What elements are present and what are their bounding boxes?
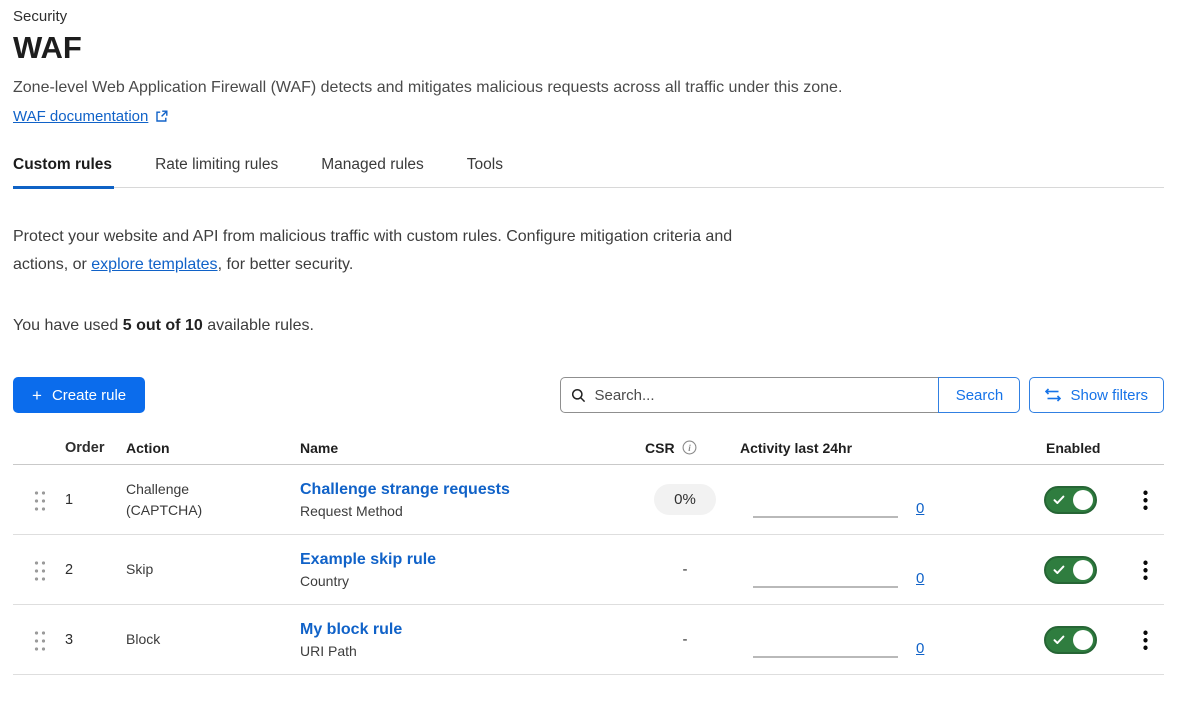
rule-field: Request Method bbox=[300, 503, 630, 519]
tab-managed-rules[interactable]: Managed rules bbox=[321, 156, 426, 189]
create-rule-label: Create rule bbox=[52, 387, 126, 404]
table-header-row: Order Action Name CSR i Activity last 24… bbox=[13, 431, 1164, 465]
enabled-toggle[interactable] bbox=[1044, 486, 1097, 514]
toggle-knob bbox=[1073, 560, 1093, 580]
create-rule-button[interactable]: + Create rule bbox=[13, 377, 145, 413]
rule-order: 1 bbox=[65, 492, 126, 508]
activity-sparkline bbox=[753, 656, 898, 658]
page-title: WAF bbox=[13, 30, 1164, 66]
kebab-menu-icon[interactable] bbox=[1143, 489, 1148, 511]
rule-action: Skip bbox=[126, 559, 300, 580]
waf-documentation-link[interactable]: WAF documentation bbox=[13, 108, 148, 125]
toggle-knob bbox=[1073, 630, 1093, 650]
csr-value: - bbox=[683, 561, 688, 578]
search-box bbox=[560, 377, 938, 413]
rule-name-cell: Example skip rule Country bbox=[300, 551, 630, 589]
activity-cell: 0 bbox=[740, 535, 1036, 604]
toolbar-right: Search Show filters bbox=[560, 377, 1164, 413]
kebab-menu-icon[interactable] bbox=[1143, 559, 1148, 581]
swap-arrows-icon bbox=[1045, 388, 1061, 402]
rule-field: Country bbox=[300, 573, 630, 589]
table-row: 2 Skip Example skip rule Country - 0 bbox=[13, 535, 1164, 605]
section-eyebrow: Security bbox=[13, 8, 1164, 25]
activity-sparkline bbox=[753, 586, 898, 588]
activity-cell: 0 bbox=[740, 605, 1036, 674]
explore-templates-link[interactable]: explore templates bbox=[91, 256, 217, 273]
rules-table: Order Action Name CSR i Activity last 24… bbox=[13, 431, 1164, 675]
doc-link-row: WAF documentation bbox=[13, 108, 1164, 125]
col-header-name: Name bbox=[300, 440, 630, 456]
info-icon[interactable]: i bbox=[682, 440, 697, 455]
usage-summary: You have used 5 out of 10 available rule… bbox=[13, 317, 1164, 335]
show-filters-label: Show filters bbox=[1070, 387, 1148, 404]
tab-custom-rules[interactable]: Custom rules bbox=[13, 156, 114, 189]
waf-page: Security WAF Zone-level Web Application … bbox=[0, 0, 1177, 675]
usage-text-after: available rules. bbox=[203, 317, 314, 334]
activity-count-link[interactable]: 0 bbox=[916, 570, 924, 587]
intro-paragraph: Protect your website and API from malici… bbox=[13, 223, 755, 279]
drag-handle-icon[interactable] bbox=[33, 489, 45, 511]
plus-icon: + bbox=[32, 387, 42, 404]
drag-handle-icon[interactable] bbox=[33, 559, 45, 581]
rule-name-link[interactable]: My block rule bbox=[300, 621, 402, 638]
rule-field: URI Path bbox=[300, 643, 630, 659]
rule-order: 2 bbox=[65, 562, 126, 578]
search-input[interactable] bbox=[594, 387, 928, 404]
enabled-toggle[interactable] bbox=[1044, 556, 1097, 584]
activity-cell: 0 bbox=[740, 465, 1036, 534]
tab-tools[interactable]: Tools bbox=[467, 156, 505, 189]
search-button[interactable]: Search bbox=[938, 377, 1020, 413]
rule-action: Block bbox=[126, 629, 300, 650]
rule-order: 3 bbox=[65, 632, 126, 648]
csr-value: - bbox=[683, 631, 688, 648]
tab-bar: Custom rules Rate limiting rules Managed… bbox=[13, 156, 1164, 188]
check-icon bbox=[1053, 635, 1065, 645]
show-filters-button[interactable]: Show filters bbox=[1029, 377, 1164, 413]
check-icon bbox=[1053, 495, 1065, 505]
activity-sparkline bbox=[753, 516, 898, 518]
rule-name-link[interactable]: Example skip rule bbox=[300, 551, 436, 568]
page-description: Zone-level Web Application Firewall (WAF… bbox=[13, 79, 1164, 97]
intro-text-after: , for better security. bbox=[218, 256, 354, 273]
col-header-order: Order bbox=[65, 440, 126, 456]
enabled-toggle[interactable] bbox=[1044, 626, 1097, 654]
activity-count-link[interactable]: 0 bbox=[916, 640, 924, 657]
rule-name-link[interactable]: Challenge strange requests bbox=[300, 481, 510, 498]
check-icon bbox=[1053, 565, 1065, 575]
search-icon bbox=[571, 388, 586, 403]
table-row: 1 Challenge (CAPTCHA) Challenge strange … bbox=[13, 465, 1164, 535]
col-header-activity: Activity last 24hr bbox=[740, 440, 1036, 456]
toggle-knob bbox=[1073, 490, 1093, 510]
rule-name-cell: Challenge strange requests Request Metho… bbox=[300, 481, 630, 519]
search-group: Search bbox=[560, 377, 1020, 413]
drag-handle-icon[interactable] bbox=[33, 629, 45, 651]
col-header-csr: CSR bbox=[645, 440, 675, 456]
toolbar: + Create rule Search bbox=[13, 377, 1164, 413]
usage-count: 5 out of 10 bbox=[123, 317, 203, 334]
rule-name-cell: My block rule URI Path bbox=[300, 621, 630, 659]
col-header-enabled: Enabled bbox=[1036, 440, 1126, 456]
table-row: 3 Block My block rule URI Path - 0 bbox=[13, 605, 1164, 675]
csr-badge: 0% bbox=[654, 484, 716, 515]
svg-text:i: i bbox=[688, 443, 691, 453]
col-header-action: Action bbox=[126, 440, 300, 456]
usage-text-before: You have used bbox=[13, 317, 123, 334]
tab-rate-limiting-rules[interactable]: Rate limiting rules bbox=[155, 156, 280, 189]
activity-count-link[interactable]: 0 bbox=[916, 500, 924, 517]
external-link-icon bbox=[155, 110, 168, 123]
kebab-menu-icon[interactable] bbox=[1143, 629, 1148, 651]
rule-action: Challenge (CAPTCHA) bbox=[126, 479, 300, 521]
